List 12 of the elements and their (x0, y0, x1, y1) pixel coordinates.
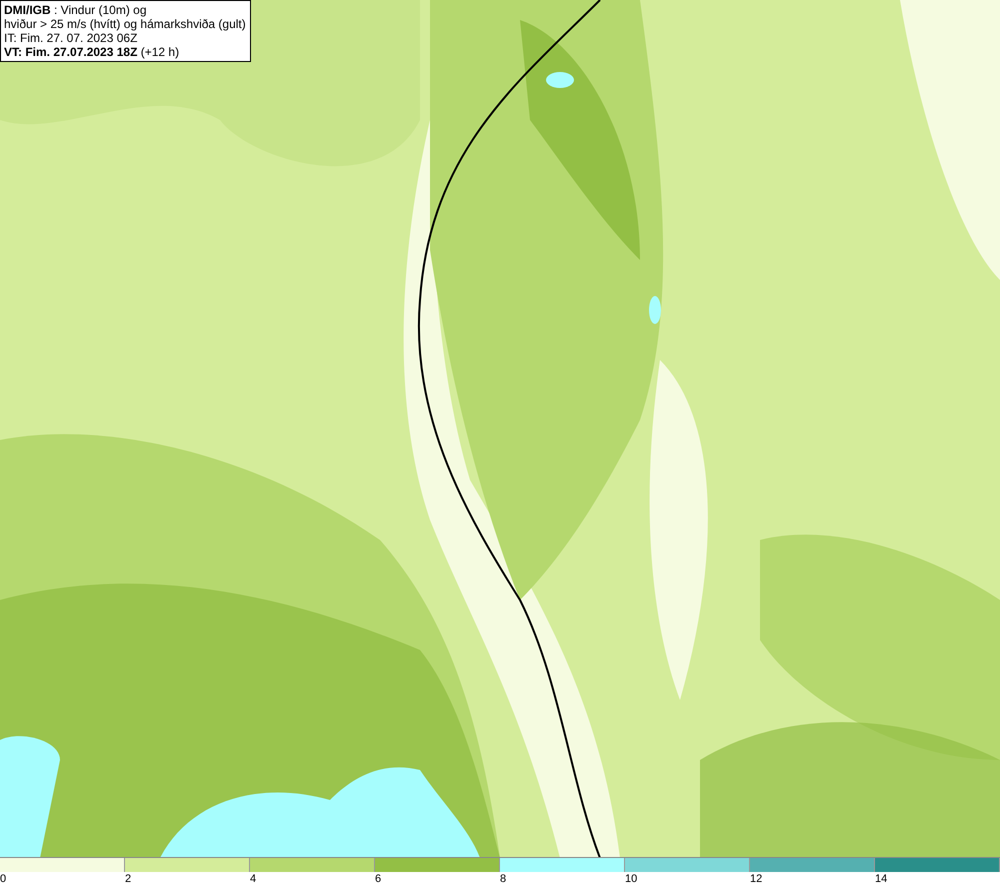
scale-label: 14 (875, 872, 888, 887)
scale-label: 6 (375, 872, 382, 887)
scale-label: 8 (500, 872, 506, 887)
title-line: IT: Fim. 27. 07. 2023 06Z (4, 31, 138, 45)
scale-label: 2 (125, 872, 132, 887)
scale-label: 4 (250, 872, 256, 887)
title-line: VT: Fim. 27.07.2023 18Z (+12 h) (4, 45, 180, 59)
title-line: DMI/IGB : Vindur (10m) og (4, 3, 148, 17)
title-line: hviður > 25 m/s (hvítt) og hámarkshviða (gult) (4, 17, 246, 31)
scale-label: 10 (625, 872, 638, 887)
scale-label: 12 (750, 872, 762, 887)
scale-label: 0 (0, 872, 6, 887)
